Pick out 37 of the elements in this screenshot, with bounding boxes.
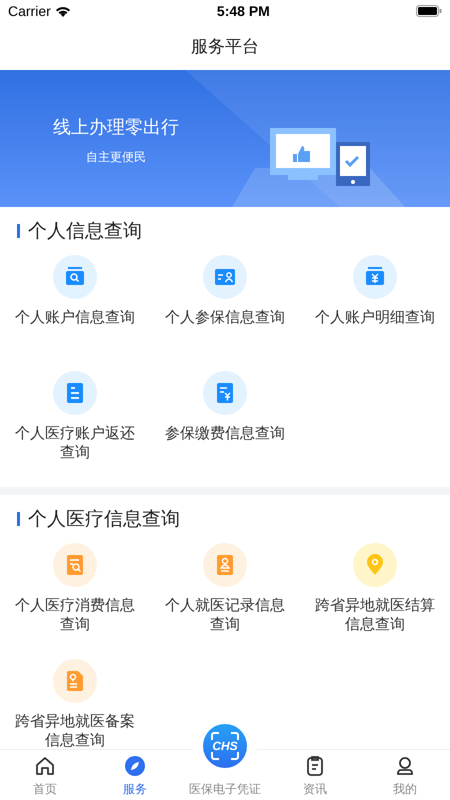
page-title: 服务平台 [191,36,259,58]
service-icon-circle[interactable] [53,543,97,587]
service-label[interactable]: 个人账户明细查询 [314,308,436,327]
tab-item[interactable]: 我的 [360,750,450,800]
service-label[interactable]: 个人账户信息查询 [14,308,136,327]
tab-item[interactable]: 资讯 [270,750,360,800]
home-icon [33,754,57,778]
section-marker [17,512,20,526]
section-marker [17,224,20,238]
section-title: 个人信息查询 [28,219,142,244]
service-icon-circle[interactable] [203,543,247,587]
service-label[interactable]: 个人参保信息查询 [164,308,286,327]
service-label[interactable]: 跨省异地就医结算信息查询 [314,596,436,634]
tab-item[interactable]: 首页 [0,750,90,800]
wifi-icon [54,5,71,17]
service-icon-circle[interactable] [53,255,97,299]
banner-headline: 线上办理零出行 [53,116,179,139]
tab-item[interactable]: 医保电子凭证 [189,781,261,798]
compass-icon [123,754,147,778]
scan-frame-icon [211,732,239,760]
service-label[interactable]: 个人医疗消费信息查询 [14,596,136,634]
logo-text: CHS [212,739,238,753]
service-label[interactable]: 个人就医记录信息查询 [164,596,286,634]
service-icon-circle[interactable] [203,371,247,415]
service-icon-circle[interactable] [353,255,397,299]
service-label[interactable]: 个人医疗账户返还查询 [14,424,136,462]
tab-item[interactable]: 服务 [90,750,180,800]
status-time: 5:48 PM [216,3,270,19]
banner-subline: 自主更便民 [86,149,146,166]
service-icon-circle[interactable] [53,659,97,703]
service-label[interactable]: 跨省异地就医备案信息查询 [14,712,136,749]
carrier-name: Carrier [8,3,51,19]
service-icon-circle[interactable] [203,255,247,299]
service-icon-circle[interactable] [53,371,97,415]
section-title: 个人医疗信息查询 [28,507,180,532]
service-label[interactable]: 参保缴费信息查询 [164,424,286,443]
battery-icon [416,5,442,17]
